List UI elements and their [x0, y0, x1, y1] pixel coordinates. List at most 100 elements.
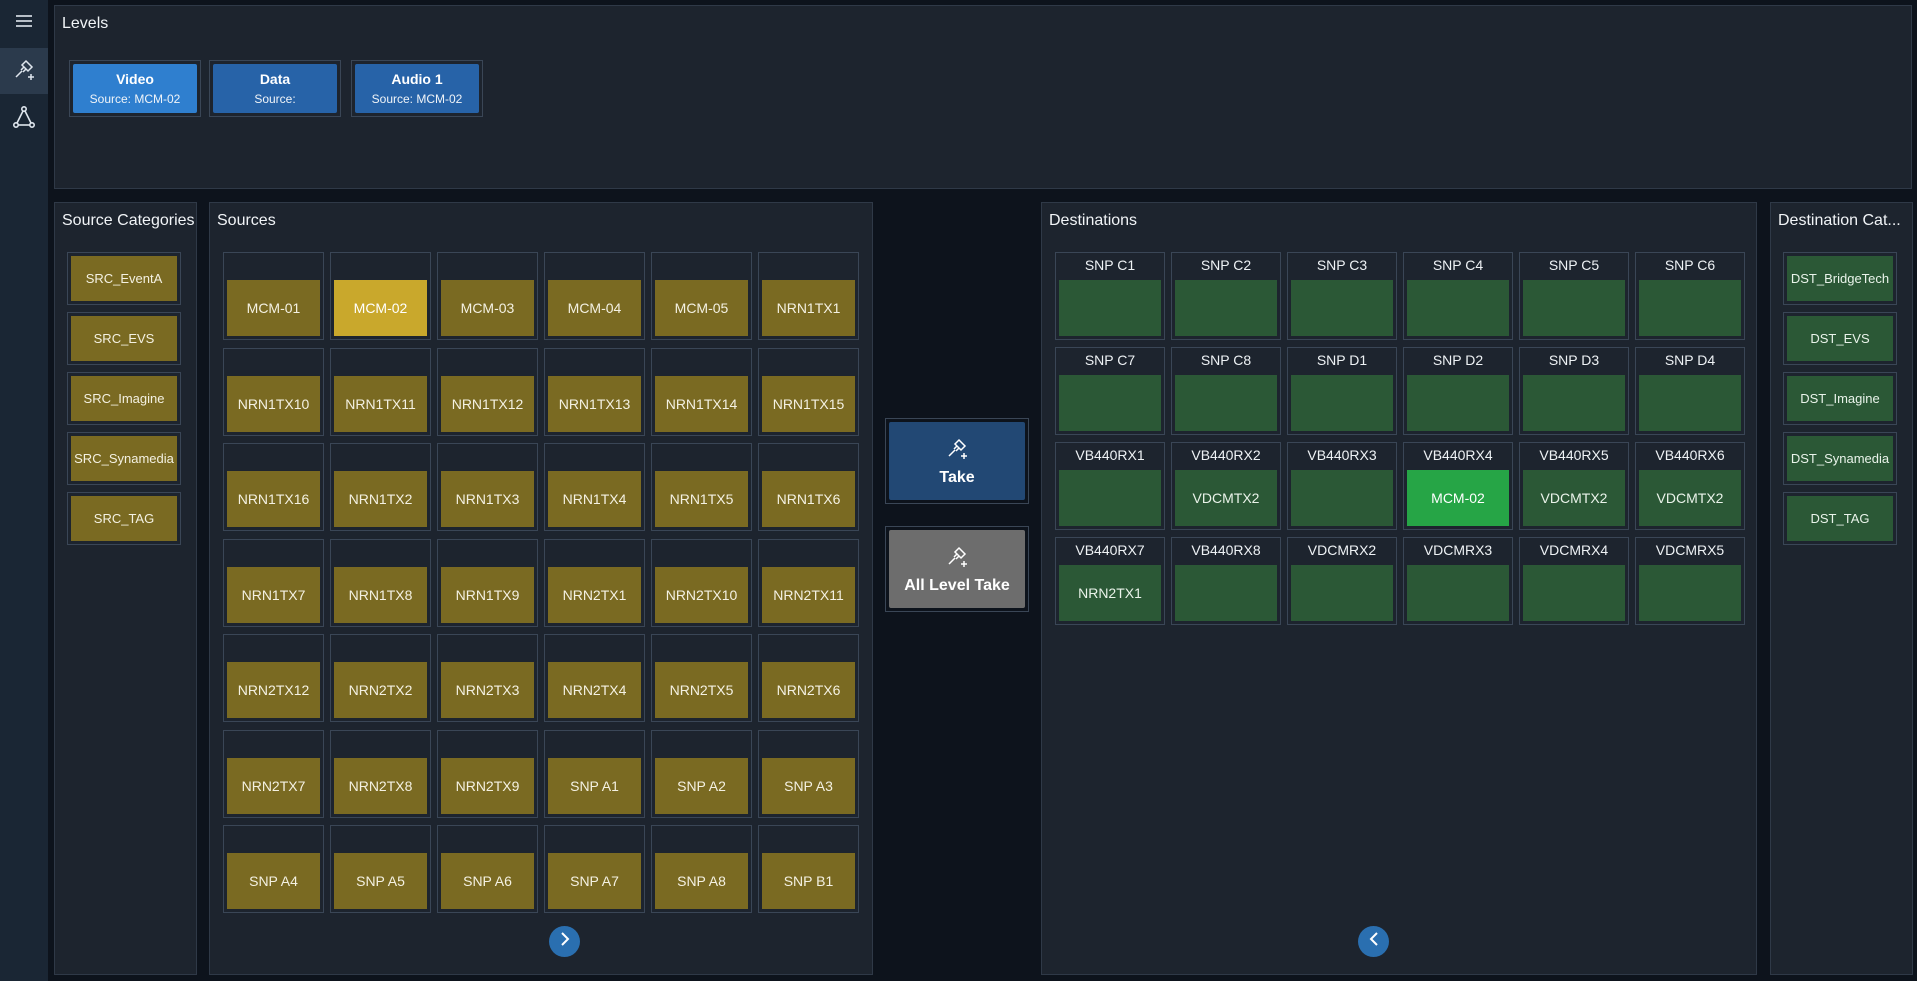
source-button[interactable]: NRN2TX5	[651, 634, 752, 722]
source-button[interactable]: NRN1TX6	[758, 443, 859, 531]
source-label: SNP A8	[655, 853, 748, 909]
source-button[interactable]: SNP A4	[223, 825, 324, 913]
destination-name: VDCMRX2	[1307, 542, 1377, 558]
destination-button[interactable]: VB440RX1	[1055, 442, 1165, 530]
source-category-button[interactable]: SRC_TAG	[67, 492, 181, 545]
destination-button[interactable]: VB440RX2 VDCMTX2	[1171, 442, 1281, 530]
source-category-button[interactable]: SRC_EVS	[67, 312, 181, 365]
source-category-button[interactable]: SRC_EventA	[67, 252, 181, 305]
source-button[interactable]: SNP A7	[544, 825, 645, 913]
level-video[interactable]: Video Source: MCM-02	[69, 60, 201, 117]
source-button[interactable]: NRN1TX11	[330, 347, 431, 436]
source-button[interactable]: SNP A5	[330, 825, 431, 913]
menu-button[interactable]	[0, 0, 48, 46]
level-data[interactable]: Data Source:	[209, 60, 341, 117]
source-button[interactable]: NRN2TX4	[544, 634, 645, 722]
destination-button[interactable]: VDCMRX3	[1403, 537, 1513, 625]
source-category-button[interactable]: SRC_Imagine	[67, 372, 181, 425]
source-button[interactable]: NRN2TX11	[758, 538, 859, 627]
take-button[interactable]: Take	[885, 418, 1029, 504]
level-video-button[interactable]: Video Source: MCM-02	[73, 64, 197, 113]
destination-button[interactable]: SNP C2	[1171, 252, 1281, 340]
source-button[interactable]: NRN1TX10	[223, 347, 324, 436]
source-button[interactable]: NRN2TX8	[330, 729, 431, 818]
destination-button[interactable]: SNP C4	[1403, 252, 1513, 340]
level-audio-1[interactable]: Audio 1 Source: MCM-02	[351, 60, 483, 117]
destination-button[interactable]: SNP C3	[1287, 252, 1397, 340]
source-button[interactable]: MCM-01	[223, 252, 324, 340]
source-button[interactable]: NRN1TX13	[544, 347, 645, 436]
sources-next-page-button[interactable]	[549, 926, 580, 957]
source-button[interactable]: NRN1TX15	[758, 347, 859, 436]
source-button[interactable]: NRN2TX3	[437, 634, 538, 722]
source-button[interactable]: NRN1TX3	[437, 443, 538, 531]
source-button[interactable]: NRN2TX12	[223, 634, 324, 722]
destinations-prev-page-button[interactable]	[1358, 926, 1389, 957]
destination-button[interactable]: VB440RX7 NRN2TX1	[1055, 537, 1165, 625]
source-label: MCM-05	[655, 280, 748, 336]
all-level-take-button[interactable]: All Level Take	[885, 526, 1029, 612]
source-button[interactable]: NRN1TX16	[223, 443, 324, 531]
sources-panel: Sources MCM-01 MCM-02 MCM-03 MCM-04 MCM-05 NR…	[209, 202, 873, 975]
source-button[interactable]: MCM-03	[437, 252, 538, 340]
destination-button[interactable]: SNP D1	[1287, 347, 1397, 435]
destination-category-button[interactable]: DST_TAG	[1783, 492, 1897, 545]
destination-categories-title: Destination Cat...	[1778, 212, 1901, 229]
source-button[interactable]: NRN1TX8	[330, 538, 431, 627]
destination-category-button[interactable]: DST_Imagine	[1783, 372, 1897, 425]
destination-button[interactable]: VDCMRX2	[1287, 537, 1397, 625]
destination-name: SNP C4	[1432, 257, 1484, 273]
chevron-right-icon	[559, 932, 571, 951]
source-button[interactable]: SNP B1	[758, 825, 859, 913]
destination-button[interactable]: SNP C7	[1055, 347, 1165, 435]
source-button[interactable]: NRN2TX6	[758, 634, 859, 722]
source-button[interactable]: MCM-02	[330, 252, 431, 340]
source-button[interactable]: NRN1TX14	[651, 347, 752, 436]
source-button[interactable]: SNP A2	[651, 729, 752, 818]
source-button[interactable]: NRN2TX2	[330, 634, 431, 722]
source-button[interactable]: NRN1TX2	[330, 443, 431, 531]
destination-button[interactable]: SNP C1	[1055, 252, 1165, 340]
destination-button[interactable]: VDCMRX4	[1519, 537, 1629, 625]
destination-button[interactable]: VB440RX4 MCM-02	[1403, 442, 1513, 530]
destination-button[interactable]: SNP C8	[1171, 347, 1281, 435]
source-category-label: SRC_Imagine	[71, 376, 177, 421]
all-level-take-button-face[interactable]: All Level Take	[889, 530, 1025, 608]
source-button[interactable]: NRN2TX9	[437, 729, 538, 818]
destination-button[interactable]: SNP D4	[1635, 347, 1745, 435]
source-button[interactable]: NRN2TX7	[223, 729, 324, 818]
destination-categories-panel: Destination Cat... DST_BridgeTech DST_EVS…	[1770, 202, 1913, 975]
destination-button[interactable]: VDCMRX5	[1635, 537, 1745, 625]
destination-button[interactable]: VB440RX6 VDCMTX2	[1635, 442, 1745, 530]
source-button[interactable]: NRN2TX1	[544, 538, 645, 627]
destination-button[interactable]: VB440RX8	[1171, 537, 1281, 625]
routing-nav-button[interactable]	[0, 48, 48, 94]
source-button[interactable]: NRN1TX12	[437, 347, 538, 436]
source-button[interactable]: SNP A3	[758, 729, 859, 818]
source-button[interactable]: NRN1TX5	[651, 443, 752, 531]
destination-button[interactable]: SNP D2	[1403, 347, 1513, 435]
destination-button[interactable]: SNP D3	[1519, 347, 1629, 435]
source-category-button[interactable]: SRC_Synamedia	[67, 432, 181, 485]
take-button-face[interactable]: Take	[889, 422, 1025, 500]
source-button[interactable]: SNP A8	[651, 825, 752, 913]
level-audio-1-button[interactable]: Audio 1 Source: MCM-02	[355, 64, 479, 113]
topology-nav-button[interactable]	[0, 96, 48, 142]
source-button[interactable]: NRN1TX4	[544, 443, 645, 531]
source-button[interactable]: NRN1TX9	[437, 538, 538, 627]
destination-button[interactable]: VB440RX5 VDCMTX2	[1519, 442, 1629, 530]
source-button[interactable]: SNP A6	[437, 825, 538, 913]
source-button[interactable]: NRN2TX10	[651, 538, 752, 627]
destination-category-button[interactable]: DST_BridgeTech	[1783, 252, 1897, 305]
source-button[interactable]: SNP A1	[544, 729, 645, 818]
source-button[interactable]: NRN1TX1	[758, 252, 859, 340]
destination-button[interactable]: SNP C5	[1519, 252, 1629, 340]
source-button[interactable]: MCM-05	[651, 252, 752, 340]
source-button[interactable]: MCM-04	[544, 252, 645, 340]
level-data-button[interactable]: Data Source:	[213, 64, 337, 113]
source-button[interactable]: NRN1TX7	[223, 538, 324, 627]
destination-category-button[interactable]: DST_Synamedia	[1783, 432, 1897, 485]
destination-button[interactable]: SNP C6	[1635, 252, 1745, 340]
destination-category-button[interactable]: DST_EVS	[1783, 312, 1897, 365]
destination-button[interactable]: VB440RX3	[1287, 442, 1397, 530]
